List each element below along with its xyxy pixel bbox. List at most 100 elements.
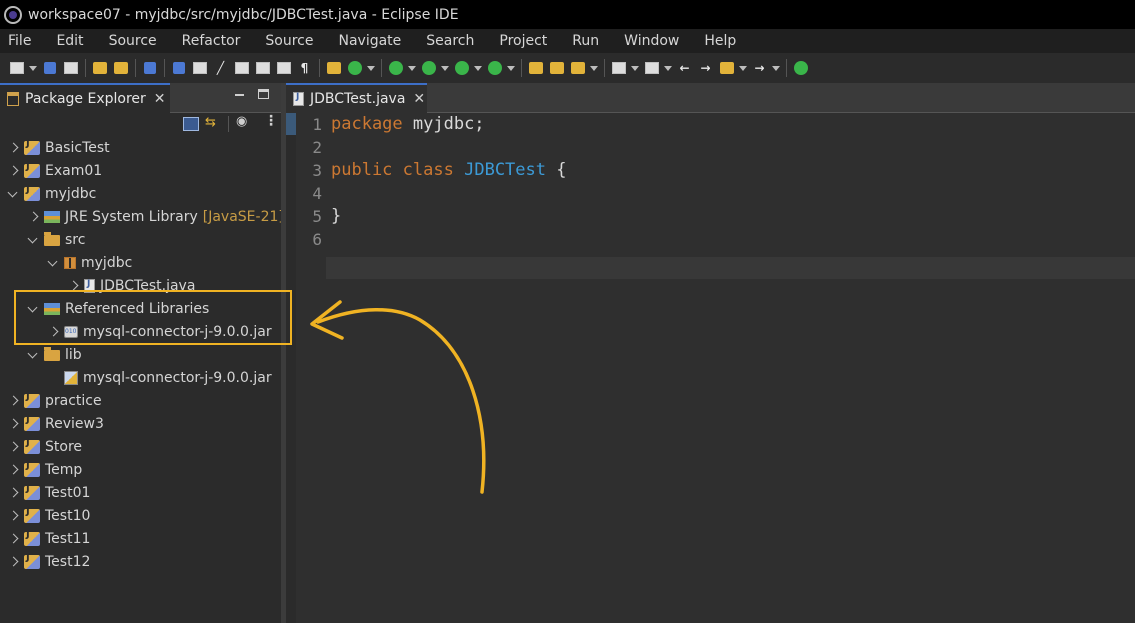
tree-item-test10[interactable]: Test10	[8, 505, 90, 527]
open-folder-icon[interactable]	[527, 60, 544, 77]
collapse-arrow-icon[interactable]	[48, 258, 58, 268]
tree-item-test01[interactable]: Test01	[8, 482, 90, 504]
tree-item-src[interactable]: src	[28, 229, 85, 251]
block-selection-icon[interactable]	[275, 60, 292, 77]
external-run-icon[interactable]	[486, 60, 503, 77]
menu-navigate[interactable]: Navigate	[330, 33, 409, 49]
back-icon[interactable]	[718, 60, 735, 77]
debug-icon[interactable]	[387, 60, 404, 77]
tree-item-referenced-libraries[interactable]: Referenced Libraries	[28, 298, 209, 320]
annotate-dropdown-icon[interactable]	[590, 60, 598, 77]
expand-arrow-icon[interactable]	[48, 327, 58, 337]
tree-item-referenced-jar[interactable]: mysql-connector-j-9.0.0.jar	[48, 321, 272, 343]
skip-breakpoints-icon[interactable]	[170, 60, 187, 77]
expand-arrow-icon[interactable]	[8, 166, 18, 176]
tree-item-store[interactable]: Store	[8, 436, 82, 458]
tree-item-test12[interactable]: Test12	[8, 551, 90, 573]
coverage-dropdown-icon[interactable]	[474, 60, 482, 77]
redo-icon[interactable]	[112, 60, 129, 77]
last-edit-icon[interactable]: ←	[676, 60, 693, 77]
maximize-icon[interactable]	[258, 89, 269, 99]
expand-arrow-icon[interactable]	[8, 396, 18, 406]
tree-item-exam01[interactable]: Exam01	[8, 160, 102, 182]
tree-item-lib-jar[interactable]: mysql-connector-j-9.0.0.jar	[48, 367, 272, 389]
tree-item-basictest[interactable]: BasicTest	[8, 137, 110, 159]
prev-annotation-dropdown-icon[interactable]	[664, 60, 672, 77]
tree-item-test11[interactable]: Test11	[8, 528, 90, 550]
prev-annotation-icon[interactable]	[643, 60, 660, 77]
forward-icon[interactable]: →	[751, 60, 768, 77]
menu-project[interactable]: Project	[491, 33, 555, 49]
menu-search[interactable]: Search	[418, 33, 482, 49]
next-annotation-dropdown-icon[interactable]	[631, 60, 639, 77]
save-all-icon[interactable]	[62, 60, 79, 77]
annotate-icon[interactable]	[569, 60, 586, 77]
collapse-all-icon[interactable]	[183, 117, 199, 131]
external-run-dropdown-icon[interactable]	[507, 60, 515, 77]
forward-dropdown-icon[interactable]	[772, 60, 780, 77]
tree-item-review3[interactable]: Review3	[8, 413, 104, 435]
new-class-icon[interactable]	[346, 60, 363, 77]
show-whitespace-icon[interactable]: ¶	[296, 60, 313, 77]
debug-dropdown-icon[interactable]	[408, 60, 416, 77]
expand-arrow-icon[interactable]	[8, 511, 18, 521]
tree-item-jdbctest-java[interactable]: JDBCTest.java	[68, 275, 195, 297]
menu-window[interactable]: Window	[616, 33, 687, 49]
view-menu-icon[interactable]: ⋮	[264, 113, 280, 129]
new-java-project-icon[interactable]	[325, 60, 342, 77]
open-task-icon[interactable]	[254, 60, 271, 77]
expand-arrow-icon[interactable]	[8, 419, 18, 429]
save-icon[interactable]	[41, 60, 58, 77]
new-class-dropdown-icon[interactable]	[367, 60, 375, 77]
new-icon[interactable]	[8, 60, 25, 77]
expand-arrow-icon[interactable]	[68, 281, 78, 291]
link-with-editor-icon[interactable]: ⇆	[205, 115, 221, 130]
run-dropdown-icon[interactable]	[441, 60, 449, 77]
open-file-icon[interactable]	[548, 60, 565, 77]
back-dropdown-icon[interactable]	[739, 60, 747, 77]
run-icon[interactable]	[420, 60, 437, 77]
collapse-arrow-icon[interactable]	[8, 189, 18, 199]
menu-source[interactable]: Source	[101, 33, 165, 49]
expand-arrow-icon[interactable]	[8, 557, 18, 567]
menu-help[interactable]: Help	[696, 33, 744, 49]
open-type-icon[interactable]	[233, 60, 250, 77]
tree-item-myjdbc-package[interactable]: myjdbc	[48, 252, 132, 274]
tree-item-temp[interactable]: Temp	[8, 459, 82, 481]
external-tools-icon[interactable]	[191, 60, 208, 77]
collapse-arrow-icon[interactable]	[28, 350, 38, 360]
coverage-icon[interactable]	[453, 60, 470, 77]
collapse-arrow-icon[interactable]	[28, 304, 38, 314]
code-editor[interactable]: 1 2 3 4 5 6 package myjdbc; public class…	[286, 113, 1135, 623]
menu-file[interactable]: File	[0, 33, 39, 49]
open-perspective-icon[interactable]	[792, 60, 809, 77]
collapse-arrow-icon[interactable]	[28, 235, 38, 245]
focus-on-active-task-icon[interactable]: ◉	[236, 114, 252, 129]
menu-source-2[interactable]: Source	[257, 33, 321, 49]
next-annotation-icon[interactable]	[610, 60, 627, 77]
close-icon[interactable]: ✕	[154, 91, 166, 107]
undo-icon[interactable]	[91, 60, 108, 77]
tree-item-lib[interactable]: lib	[28, 344, 82, 366]
expand-arrow-icon[interactable]	[8, 143, 18, 153]
expand-arrow-icon[interactable]	[8, 488, 18, 498]
menu-edit[interactable]: Edit	[48, 33, 91, 49]
tree-item-practice[interactable]: practice	[8, 390, 102, 412]
tree-item-jre-system-library[interactable]: JRE System Library [JavaSE-21]	[28, 206, 284, 228]
close-icon[interactable]: ✕	[413, 91, 425, 107]
expand-arrow-icon[interactable]	[8, 534, 18, 544]
minimize-icon[interactable]	[234, 89, 246, 101]
terminal-icon[interactable]	[141, 60, 158, 77]
editor-tab-jdbctest[interactable]: JDBCTest.java ✕	[286, 83, 427, 113]
forward-edit-icon[interactable]: →	[697, 60, 714, 77]
expand-arrow-icon[interactable]	[28, 212, 38, 222]
highlight-icon[interactable]: ╱	[212, 60, 229, 77]
expand-arrow-icon[interactable]	[8, 442, 18, 452]
menu-refactor[interactable]: Refactor	[174, 33, 249, 49]
expand-arrow-icon[interactable]	[8, 465, 18, 475]
tree-item-myjdbc-project[interactable]: myjdbc	[8, 183, 96, 205]
vertical-ruler[interactable]	[286, 113, 296, 623]
package-explorer-tab[interactable]: Package Explorer ✕	[0, 83, 170, 113]
new-dropdown-icon[interactable]	[29, 60, 37, 77]
menu-run[interactable]: Run	[564, 33, 607, 49]
